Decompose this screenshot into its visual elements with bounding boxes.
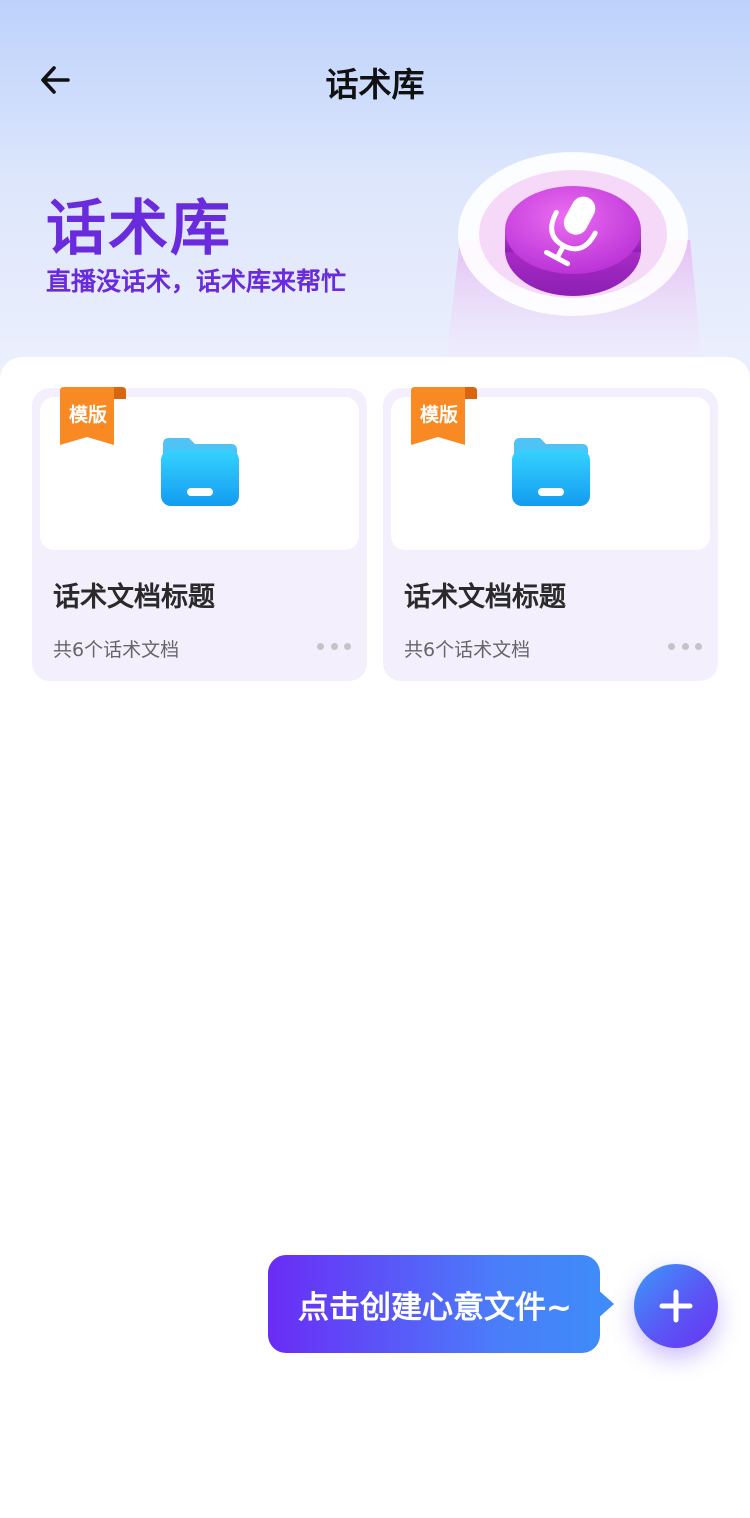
card-count: 共6个话术文档 <box>53 639 180 661</box>
folder-icon <box>160 437 239 506</box>
card-count: 共6个话术文档 <box>404 639 531 661</box>
microphone-icon <box>446 152 702 360</box>
script-card[interactable]: 模版 话术文档标题 共6个话术文档 <box>383 387 718 681</box>
card-title: 话术文档标题 <box>404 582 566 613</box>
page-title: 话术库 <box>325 65 425 104</box>
script-card[interactable]: 模版 话术文档标题 共6个话术文档 <box>32 387 367 681</box>
card-title: 话术文档标题 <box>53 582 215 613</box>
template-badge: 模版 <box>68 404 107 426</box>
hero-title: 话术库 <box>46 194 232 264</box>
folder-icon <box>511 437 590 506</box>
plus-icon <box>659 1289 693 1323</box>
add-button[interactable] <box>634 1264 718 1348</box>
more-options-icon[interactable] <box>668 636 702 656</box>
create-tooltip: 点击创建心意文件~ <box>268 1255 600 1353</box>
tooltip-arrow <box>596 1288 614 1320</box>
nav-bar: 话术库 <box>0 40 750 120</box>
template-badge: 模版 <box>419 404 458 426</box>
more-options-icon[interactable] <box>317 636 351 656</box>
hero-subtitle: 直播没话术，话术库来帮忙 <box>46 267 347 296</box>
